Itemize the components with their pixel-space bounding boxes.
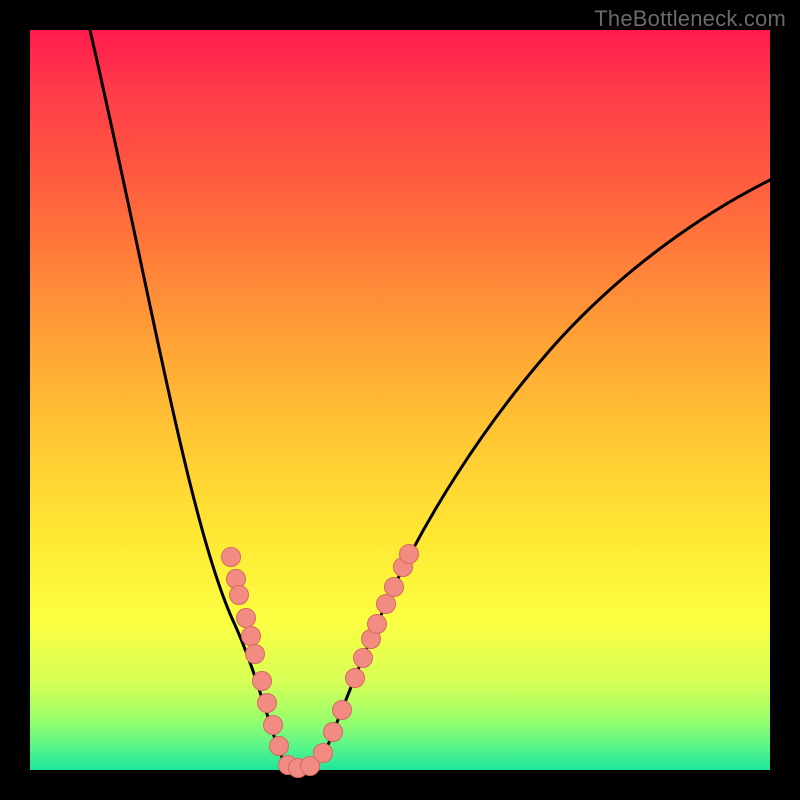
data-marker	[230, 586, 249, 605]
data-marker	[270, 737, 289, 756]
data-marker	[400, 545, 419, 564]
data-marker	[237, 609, 256, 628]
data-marker	[333, 701, 352, 720]
bottleneck-curve	[90, 30, 770, 768]
data-marker	[253, 672, 272, 691]
chart-svg	[30, 30, 770, 770]
data-marker	[258, 694, 277, 713]
plot-area	[30, 30, 770, 770]
data-marker	[354, 649, 373, 668]
data-marker	[242, 627, 261, 646]
data-marker	[222, 548, 241, 567]
data-marker	[314, 744, 333, 763]
data-marker	[346, 669, 365, 688]
watermark-text: TheBottleneck.com	[594, 6, 786, 32]
data-marker	[377, 595, 396, 614]
data-marker	[264, 716, 283, 735]
marker-layer	[222, 545, 419, 778]
chart-frame: TheBottleneck.com	[0, 0, 800, 800]
data-marker	[324, 723, 343, 742]
data-marker	[385, 578, 404, 597]
data-marker	[246, 645, 265, 664]
data-marker	[368, 615, 387, 634]
